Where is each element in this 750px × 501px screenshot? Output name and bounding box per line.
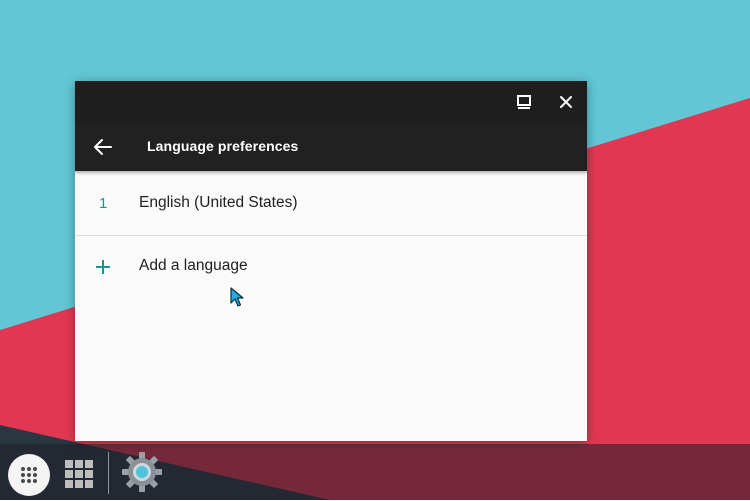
mouse-cursor-icon — [230, 287, 244, 307]
maximize-icon — [517, 95, 531, 109]
list-item-language[interactable]: 1 English (United States) — [75, 171, 587, 235]
language-preferences-window: Language preferences 1 English (United S… — [75, 81, 587, 441]
language-label: English (United States) — [139, 194, 298, 211]
arrow-left-icon — [94, 139, 112, 155]
settings-app-button[interactable] — [120, 450, 164, 494]
shelf-separator — [108, 452, 109, 494]
add-language-button[interactable]: Add a language — [75, 236, 587, 300]
close-button[interactable] — [554, 90, 578, 114]
settings-gear-icon — [122, 452, 162, 492]
page-title: Language preferences — [147, 138, 299, 154]
launcher-button[interactable] — [8, 454, 50, 496]
page-header: Language preferences — [75, 123, 587, 171]
apps-grid-icon — [65, 460, 93, 488]
apps-grid-button[interactable] — [65, 460, 93, 488]
plus-icon — [96, 260, 110, 274]
maximize-button[interactable] — [512, 90, 536, 114]
language-list: 1 English (United States) Add a language — [75, 171, 587, 300]
window-titlebar — [75, 81, 587, 123]
add-language-label[interactable]: Add a language — [139, 257, 248, 275]
shelf — [0, 444, 750, 500]
launcher-icon — [21, 467, 37, 483]
close-icon — [560, 96, 572, 108]
back-button[interactable] — [89, 135, 117, 159]
language-order-number: 1 — [99, 195, 108, 212]
